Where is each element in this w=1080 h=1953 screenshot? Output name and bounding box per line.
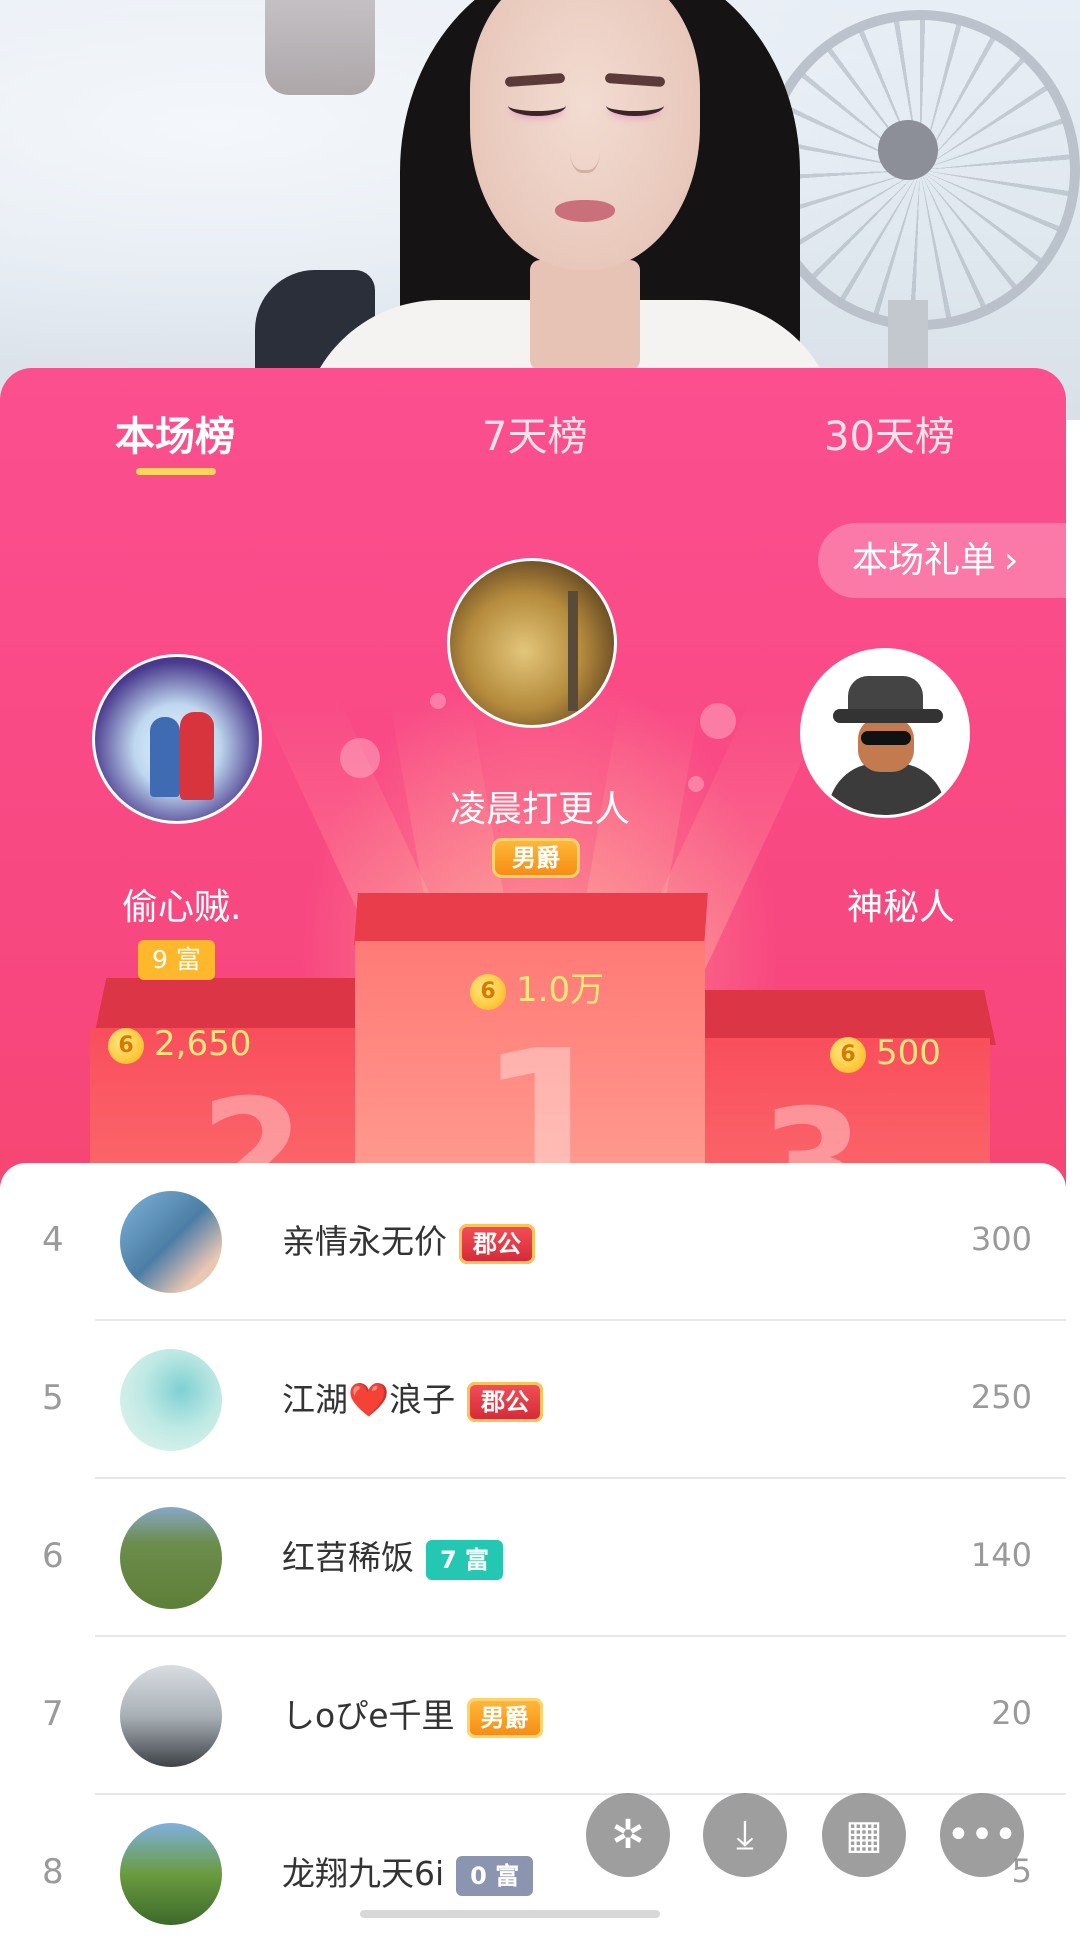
noble-badge: 郡公 [459, 1223, 535, 1264]
list-item[interactable]: 7 しoぴe千里 男爵 20 [0, 1637, 1066, 1795]
gong-stand [568, 591, 578, 711]
wealth-badge: 0 富 [456, 1855, 534, 1896]
rank-number: 8 [42, 1852, 64, 1892]
user-name-text: しoぴe千里 [282, 1696, 455, 1735]
list-item[interactable]: 6 红苕稀饭 7 富 140 [0, 1479, 1066, 1637]
contribution-score: 250 [970, 1378, 1032, 1416]
sparkle-icon[interactable]: ✲ [586, 1793, 670, 1877]
score-second-value: 2,650 [154, 1024, 252, 1064]
streamer-neck [530, 260, 640, 370]
score-third-place: 6 500 [830, 1033, 941, 1073]
streamer-lips [555, 200, 615, 222]
avatar-figure [150, 717, 180, 797]
streamer-nose [570, 120, 600, 173]
score-first-place: 6 1.0万 [470, 962, 604, 1011]
live-video-feed [0, 0, 1080, 420]
user-name-text: 江湖❤️浪子 [282, 1380, 456, 1419]
home-indicator[interactable] [360, 1910, 660, 1918]
wealth-badge: 7 富 [426, 1539, 504, 1580]
avatar-third-place[interactable] [800, 648, 970, 818]
noble-badge: 郡公 [467, 1381, 544, 1422]
coin-icon: 6 [830, 1036, 866, 1073]
video-fan-hub [878, 120, 938, 180]
avatar[interactable] [120, 1507, 222, 1609]
decor-bubble [700, 703, 736, 739]
tab-30-days[interactable]: 30天榜 [824, 404, 955, 462]
decor-bubble [430, 693, 446, 709]
user-name: しoぴe千里 男爵 [282, 1689, 543, 1738]
score-first-value: 1.0万 [516, 970, 605, 1010]
user-name: 亲情永无价 郡公 [282, 1215, 535, 1264]
name-second-place[interactable]: 偷心贼. [122, 878, 241, 930]
list-item[interactable]: 8 龙翔九天6i 0 富 5 [0, 1795, 1066, 1953]
avatar[interactable] [120, 1349, 222, 1451]
contribution-score: 300 [970, 1220, 1032, 1258]
noble-badge-first-place: 男爵 [492, 838, 580, 878]
chevron-right-icon: › [1004, 540, 1019, 581]
podium-first-top [354, 893, 708, 945]
wealth-badge-second-place: 9 富 [138, 940, 215, 980]
video-lamp [265, 0, 375, 95]
streamer-eye [606, 95, 664, 116]
name-first-place[interactable]: 凌晨打更人 [450, 780, 630, 832]
sunglasses-icon [861, 731, 911, 745]
user-name: 江湖❤️浪子 郡公 [282, 1373, 544, 1422]
user-name-text: 红苕稀饭 [282, 1538, 414, 1577]
rank-number: 5 [42, 1378, 64, 1418]
user-name: 红苕稀饭 7 富 [282, 1531, 504, 1580]
avatar-second-place[interactable] [92, 654, 262, 824]
rank-number: 6 [42, 1536, 64, 1576]
grid-icon[interactable]: ▦ [822, 1793, 906, 1877]
download-icon[interactable]: ⤓ [703, 1793, 787, 1877]
tab-current-session[interactable]: 本场榜 [115, 404, 235, 462]
avatar[interactable] [120, 1823, 222, 1925]
coin-icon: 6 [470, 973, 506, 1010]
more-icon[interactable]: ••• [940, 1793, 1024, 1877]
active-tab-indicator [136, 468, 216, 475]
hat-brim [833, 709, 943, 723]
decor-bubble [688, 776, 704, 792]
user-name-text: 龙翔九天6i [282, 1854, 445, 1893]
avatar[interactable] [120, 1665, 222, 1767]
ranking-list: 4 亲情永无价 郡公 300 5 江湖❤️浪子 郡公 250 6 红苕稀饭 7 富 1… [0, 1163, 1066, 1925]
gift-list-label: 本场礼单 [852, 540, 997, 581]
list-item[interactable]: 4 亲情永无价 郡公 300 [0, 1163, 1066, 1321]
score-second-place: 6 2,650 [108, 1024, 251, 1064]
decor-bubble [340, 738, 380, 778]
tab-7-days[interactable]: 7天榜 [482, 404, 587, 462]
ranking-tabs: 本场榜 7天榜 30天榜 [0, 368, 1066, 478]
gift-list-button[interactable]: 本场礼单 › [818, 523, 1066, 598]
contribution-score: 140 [970, 1536, 1032, 1574]
coin-icon: 6 [108, 1027, 144, 1064]
list-item[interactable]: 5 江湖❤️浪子 郡公 250 [0, 1321, 1066, 1479]
avatar[interactable] [120, 1191, 222, 1293]
rank-number: 4 [42, 1220, 64, 1260]
avatar-figure [180, 712, 214, 800]
user-name-text: 亲情永无价 [282, 1222, 447, 1261]
avatar-first-place[interactable] [447, 558, 617, 728]
score-third-value: 500 [876, 1033, 941, 1073]
user-name: 龙翔九天6i 0 富 [282, 1847, 534, 1896]
rank-number: 7 [42, 1694, 64, 1734]
noble-badge: 男爵 [466, 1697, 543, 1738]
streamer-eye [508, 95, 566, 116]
contribution-score: 20 [991, 1694, 1032, 1732]
name-third-place[interactable]: 神秘人 [847, 878, 955, 930]
